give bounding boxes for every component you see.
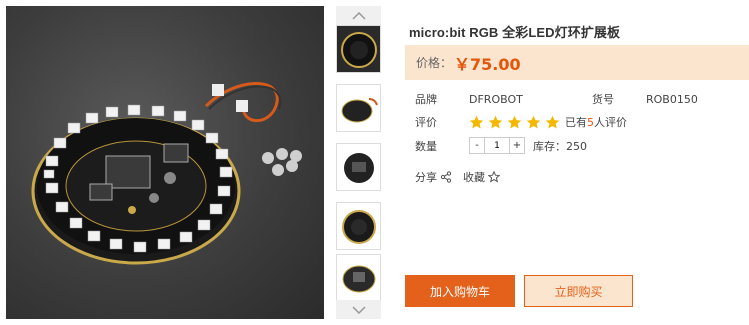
chevron-down-icon (351, 305, 366, 314)
sku-value: ROB0150 (646, 92, 698, 106)
share-label: 分享 (415, 171, 437, 184)
rating-label: 评价 (415, 116, 437, 129)
thumbnail-4[interactable] (336, 202, 381, 250)
brand-row: 品牌 DFROBOT 货号 ROB0150 (415, 91, 698, 107)
quantity-row: 数量 - + 库存：250 (415, 137, 587, 154)
favorite-button[interactable]: 收藏 (463, 169, 500, 185)
product-info-panel: micro:bit RGB 全彩LED灯环扩展板 价格： ￥75.00 品牌 D… (405, 6, 749, 319)
star-icon (526, 115, 541, 128)
brand-value: DFROBOT (469, 92, 523, 106)
price-label: 价格： (416, 56, 453, 70)
review-suffix: 人评价 (594, 116, 627, 129)
price-bar: 价格： ￥75.00 (405, 45, 749, 80)
quantity-stepper: - + (469, 137, 525, 154)
star-icon (488, 115, 503, 128)
quantity-input[interactable] (484, 138, 510, 153)
star-outline-icon (488, 171, 500, 183)
buy-now-button[interactable]: 立即购买 (524, 275, 633, 307)
brand-label: 品牌 (415, 93, 437, 106)
thumbnail-1[interactable] (336, 25, 381, 73)
star-icon (469, 115, 484, 128)
share-button[interactable]: 分享 (415, 169, 452, 185)
quantity-decrease-button[interactable]: - (470, 138, 484, 153)
thumbnail-2[interactable] (336, 84, 381, 132)
product-title: micro:bit RGB 全彩LED灯环扩展板 (409, 25, 621, 40)
thumb-scroll-up-button[interactable] (336, 6, 381, 25)
quantity-increase-button[interactable]: + (510, 138, 524, 153)
review-count: 5 (587, 116, 594, 129)
price-value: ￥75.00 (454, 54, 521, 74)
favorite-label: 收藏 (463, 171, 485, 184)
review-text[interactable]: 已有5人评价 (565, 114, 627, 130)
thumbnail-5[interactable] (336, 254, 381, 302)
stock-text: 库存：250 (533, 139, 587, 153)
led-ring-board-illustration (31, 82, 302, 265)
share-fav-row: 分享 收藏 (415, 169, 500, 185)
thumbnail-strip (336, 6, 381, 319)
thumb-scroll-down-button[interactable] (336, 300, 381, 319)
main-product-image (6, 6, 324, 319)
sku-label: 货号 (592, 93, 614, 106)
quantity-label: 数量 (415, 139, 437, 153)
thumbnail-3[interactable] (336, 143, 381, 191)
star-icon (507, 115, 522, 128)
rating-row: 评价 已有5人评价 (415, 114, 627, 130)
chevron-up-icon (351, 11, 366, 20)
review-prefix: 已有 (565, 116, 587, 129)
add-to-cart-button[interactable]: 加入购物车 (405, 275, 515, 307)
share-icon (440, 171, 452, 183)
rating-stars (469, 115, 560, 130)
star-icon (545, 115, 560, 128)
